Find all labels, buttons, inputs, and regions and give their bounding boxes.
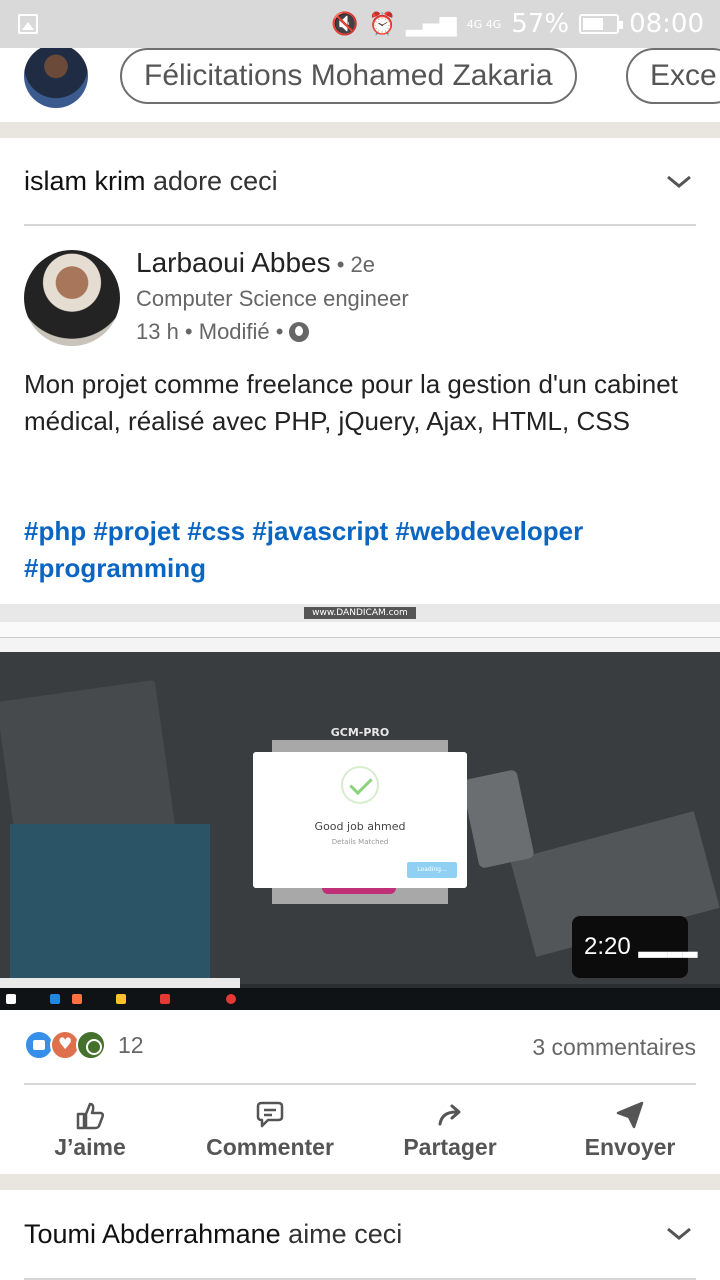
- video-app-name: GCM-PRO: [330, 726, 390, 739]
- modal-button: Loading...: [407, 862, 457, 878]
- recorded-taskbar: [0, 988, 720, 1010]
- record-icon: [226, 994, 236, 1004]
- battery-icon: [579, 14, 624, 34]
- share-icon: [438, 1104, 461, 1126]
- feed-action: adore ceci: [153, 165, 278, 196]
- globe-icon: [289, 322, 310, 342]
- chevron-down-icon[interactable]: [666, 168, 692, 194]
- chrome-icon: [160, 994, 170, 1004]
- avatar[interactable]: [24, 48, 88, 108]
- send-icon: [616, 1101, 644, 1129]
- status-right: 🔇 ⏰ ▂▄▆ 4G 4G 57% 08:00: [331, 8, 704, 40]
- thumbs-up-icon: [76, 1102, 105, 1130]
- author-headline: Computer Science engineer: [136, 286, 409, 311]
- folder-icon: [116, 994, 126, 1004]
- feed-item-header: islam krim adore ceci: [24, 138, 696, 226]
- firefox-icon: [72, 994, 82, 1004]
- connection-degree: • 2e: [330, 252, 376, 277]
- network-label: 4G 4G: [466, 17, 502, 31]
- signal-icon: ▂▄▆: [405, 11, 457, 37]
- gallery-notification-icon: [18, 14, 38, 34]
- clock: 08:00: [629, 9, 704, 39]
- modal-subtitle: Details Matched: [331, 838, 389, 846]
- chevron-down-icon[interactable]: [666, 1220, 692, 1246]
- reaction-count: 12: [118, 1031, 144, 1058]
- windows-icon: [6, 994, 16, 1004]
- alarm-icon: ⏰: [368, 11, 396, 37]
- author-name-line[interactable]: Larbaoui Abbes • 2e: [136, 247, 375, 279]
- comment-icon: [256, 1101, 284, 1128]
- video-player[interactable]: www.DANDICAM.com GCM-PRO Good job ahmed …: [0, 604, 720, 1010]
- send-label: Envoyer: [584, 1134, 676, 1160]
- post-actions: J’aime Commenter Partager Envoyer: [0, 1090, 720, 1174]
- feed-actor[interactable]: islam krim: [24, 166, 146, 196]
- reactions-summary[interactable]: 12: [24, 1030, 144, 1060]
- status-bar: 🔇 ⏰ ▂▄▆ 4G 4G 57% 08:00: [0, 0, 720, 48]
- next-feed-actor[interactable]: Toumi Abderrahmane: [24, 1219, 281, 1249]
- notebook-shape: [10, 824, 210, 984]
- celebration-row: Félicitations Mohamed Zakaria Exce: [0, 48, 720, 122]
- post-meta: 13 h • Modifié •: [136, 319, 310, 345]
- next-feed-action: aime ceci: [288, 1218, 403, 1249]
- duration-label: 2:20: [584, 933, 631, 960]
- video-duration: 2:20 ▂▂▂▂: [572, 916, 697, 978]
- recorded-browser-bookmarks: [0, 638, 720, 652]
- post-timestamp: 13 h • Modifié •: [136, 319, 284, 344]
- celebrate-reaction-icon: [76, 1030, 106, 1060]
- comment-label: Commenter: [206, 1134, 334, 1160]
- video-watermark: www.DANDICAM.com: [304, 607, 416, 619]
- feed-separator: [0, 122, 720, 138]
- next-feed-item-header: Toumi Abderrahmane aime ceci: [24, 1190, 696, 1280]
- mute-icon: 🔇: [331, 11, 359, 37]
- check-icon: [341, 766, 379, 804]
- congrats-pill-next[interactable]: Exce: [626, 48, 720, 104]
- share-button[interactable]: Partager: [360, 1090, 540, 1174]
- like-button[interactable]: J’aime: [0, 1090, 180, 1174]
- recorded-status-tip: [0, 978, 240, 988]
- author-avatar[interactable]: [24, 250, 120, 346]
- success-modal: Good job ahmed Details Matched Loading..…: [253, 752, 467, 888]
- author-name[interactable]: Larbaoui Abbes: [136, 247, 331, 278]
- comment-button[interactable]: Commenter: [180, 1090, 360, 1174]
- post-hashtags[interactable]: #php #projet #css #javascript #webdevelo…: [24, 513, 704, 587]
- volume-icon: ▂▂▂▂: [638, 936, 699, 957]
- battery-percent: 57%: [511, 9, 570, 39]
- like-label: J’aime: [54, 1134, 126, 1160]
- send-button[interactable]: Envoyer: [540, 1090, 720, 1174]
- share-label: Partager: [403, 1134, 497, 1160]
- modal-title: Good job ahmed: [314, 820, 406, 833]
- divider: [24, 1083, 696, 1085]
- recorded-browser-urlbar: [0, 622, 720, 638]
- feed-separator: [0, 1174, 720, 1190]
- edge-icon: [50, 994, 60, 1004]
- comments-count[interactable]: 3 commentaires: [532, 1034, 696, 1061]
- post-text: Mon projet comme freelance pour la gesti…: [24, 369, 678, 436]
- congrats-pill[interactable]: Félicitations Mohamed Zakaria: [120, 48, 577, 104]
